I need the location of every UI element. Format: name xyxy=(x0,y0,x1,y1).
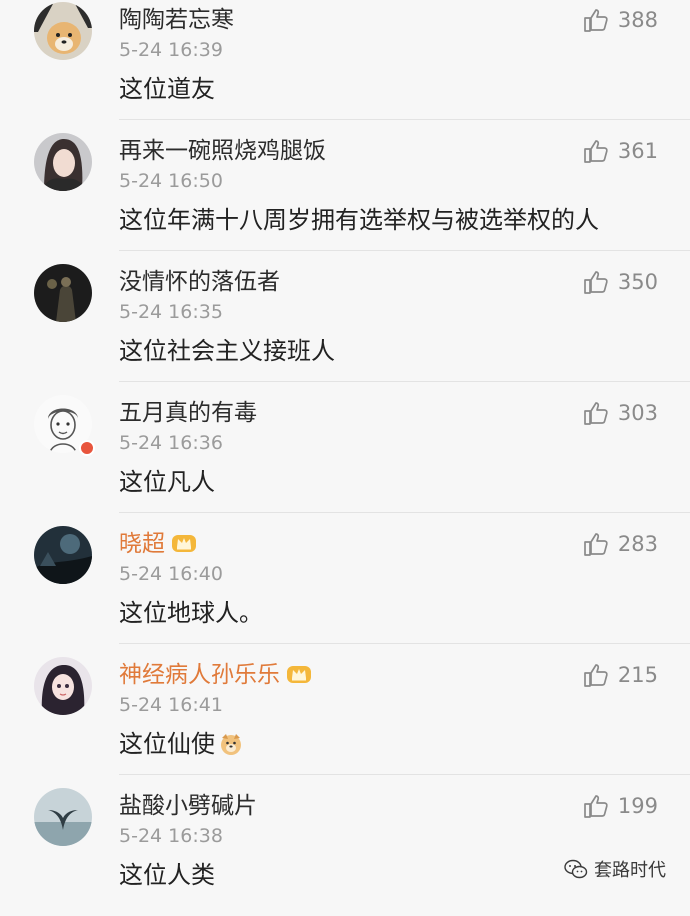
divider xyxy=(119,643,690,644)
comment-list: 陶陶若忘寒 5-24 16:39 这位道友 388 再来一碗照烧鸡腿饭 5-24… xyxy=(0,0,690,900)
username[interactable]: 再来一碗照烧鸡腿饭 xyxy=(119,137,326,165)
thumbs-up-icon xyxy=(584,402,608,425)
comment-item: 五月真的有毒 5-24 16:36 这位凡人 303 xyxy=(0,393,690,523)
like-count: 350 xyxy=(617,270,658,294)
divider xyxy=(119,774,690,775)
comment-text: 这位道友 xyxy=(119,75,215,103)
divider xyxy=(119,512,690,513)
like-count: 361 xyxy=(617,139,658,163)
comment-text-body: 这位仙使 xyxy=(119,730,215,758)
avatar[interactable] xyxy=(34,264,92,322)
wechat-icon xyxy=(564,859,588,879)
timestamp: 5-24 16:36 xyxy=(119,432,223,454)
username[interactable]: 五月真的有毒 xyxy=(119,399,257,427)
comment-text: 这位地球人。 xyxy=(119,599,263,627)
divider xyxy=(119,250,690,251)
like-count: 283 xyxy=(617,532,658,556)
thumbs-up-icon xyxy=(584,271,608,294)
timestamp: 5-24 16:40 xyxy=(119,563,223,585)
vip-crown-icon xyxy=(287,666,311,683)
comment-text: 这位人类 xyxy=(119,861,215,889)
like-button[interactable]: 303 xyxy=(583,399,658,427)
thumbs-up-icon xyxy=(584,140,608,163)
username: 神经病人孙乐乐 xyxy=(119,662,280,688)
thumbs-up-icon xyxy=(584,664,608,687)
like-count: 199 xyxy=(617,794,658,818)
timestamp: 5-24 16:39 xyxy=(119,39,223,61)
avatar[interactable] xyxy=(34,2,92,60)
timestamp: 5-24 16:50 xyxy=(119,170,223,192)
night-avatar-icon xyxy=(34,526,92,584)
thumbs-up-icon xyxy=(584,9,608,32)
username[interactable]: 陶陶若忘寒 xyxy=(119,6,234,34)
dark-avatar-icon xyxy=(34,264,92,322)
comment-item: 再来一碗照烧鸡腿饭 5-24 16:50 这位年满十八周岁拥有选举权与被选举权的… xyxy=(0,131,690,261)
doge-emoji-icon xyxy=(221,734,241,755)
username-vip[interactable]: 晓超 xyxy=(119,530,197,558)
username[interactable]: 没情怀的落伍者 xyxy=(119,268,280,296)
like-count: 388 xyxy=(617,8,658,32)
avatar[interactable] xyxy=(34,133,92,191)
thumbs-up-icon xyxy=(584,533,608,556)
like-button[interactable]: 283 xyxy=(583,530,658,558)
avatar[interactable] xyxy=(34,788,92,846)
timestamp: 5-24 16:35 xyxy=(119,301,223,323)
verified-badge-icon xyxy=(79,440,95,456)
vip-crown-icon xyxy=(172,535,196,552)
girl-avatar-icon xyxy=(34,133,92,191)
comment-item: 陶陶若忘寒 5-24 16:39 这位道友 388 xyxy=(0,0,690,130)
like-button[interactable]: 388 xyxy=(583,6,658,34)
comment-item: 没情怀的落伍者 5-24 16:35 这位社会主义接班人 350 xyxy=(0,262,690,392)
like-button[interactable]: 199 xyxy=(583,792,658,820)
watermark: 套路时代 xyxy=(564,856,666,882)
avatar[interactable] xyxy=(34,526,92,584)
comment-item: 晓超 5-24 16:40 这位地球人。 283 xyxy=(0,524,690,654)
whale-avatar-icon xyxy=(34,788,92,846)
divider xyxy=(119,119,690,120)
username[interactable]: 盐酸小劈碱片 xyxy=(119,792,257,820)
comment-text: 这位凡人 xyxy=(119,468,215,496)
divider xyxy=(119,381,690,382)
timestamp: 5-24 16:41 xyxy=(119,694,223,716)
like-count: 303 xyxy=(617,401,658,425)
like-button[interactable]: 361 xyxy=(583,137,658,165)
comment-text: 这位仙使 xyxy=(119,728,243,760)
like-button[interactable]: 215 xyxy=(583,661,658,689)
username-vip[interactable]: 神经病人孙乐乐 xyxy=(119,661,312,689)
thumbs-up-icon xyxy=(584,795,608,818)
dog-avatar-icon xyxy=(34,2,92,60)
avatar[interactable] xyxy=(34,657,92,715)
like-button[interactable]: 350 xyxy=(583,268,658,296)
anime-avatar-icon xyxy=(34,657,92,715)
watermark-text: 套路时代 xyxy=(594,860,666,881)
comment-item: 盐酸小劈碱片 5-24 16:38 这位人类 199 xyxy=(0,786,690,916)
timestamp: 5-24 16:38 xyxy=(119,825,223,847)
like-count: 215 xyxy=(617,663,658,687)
username: 晓超 xyxy=(119,531,165,557)
comment-item: 神经病人孙乐乐 5-24 16:41 这位仙使 215 xyxy=(0,655,690,785)
comment-text: 这位社会主义接班人 xyxy=(119,337,335,365)
comment-text: 这位年满十八周岁拥有选举权与被选举权的人 xyxy=(119,206,599,234)
